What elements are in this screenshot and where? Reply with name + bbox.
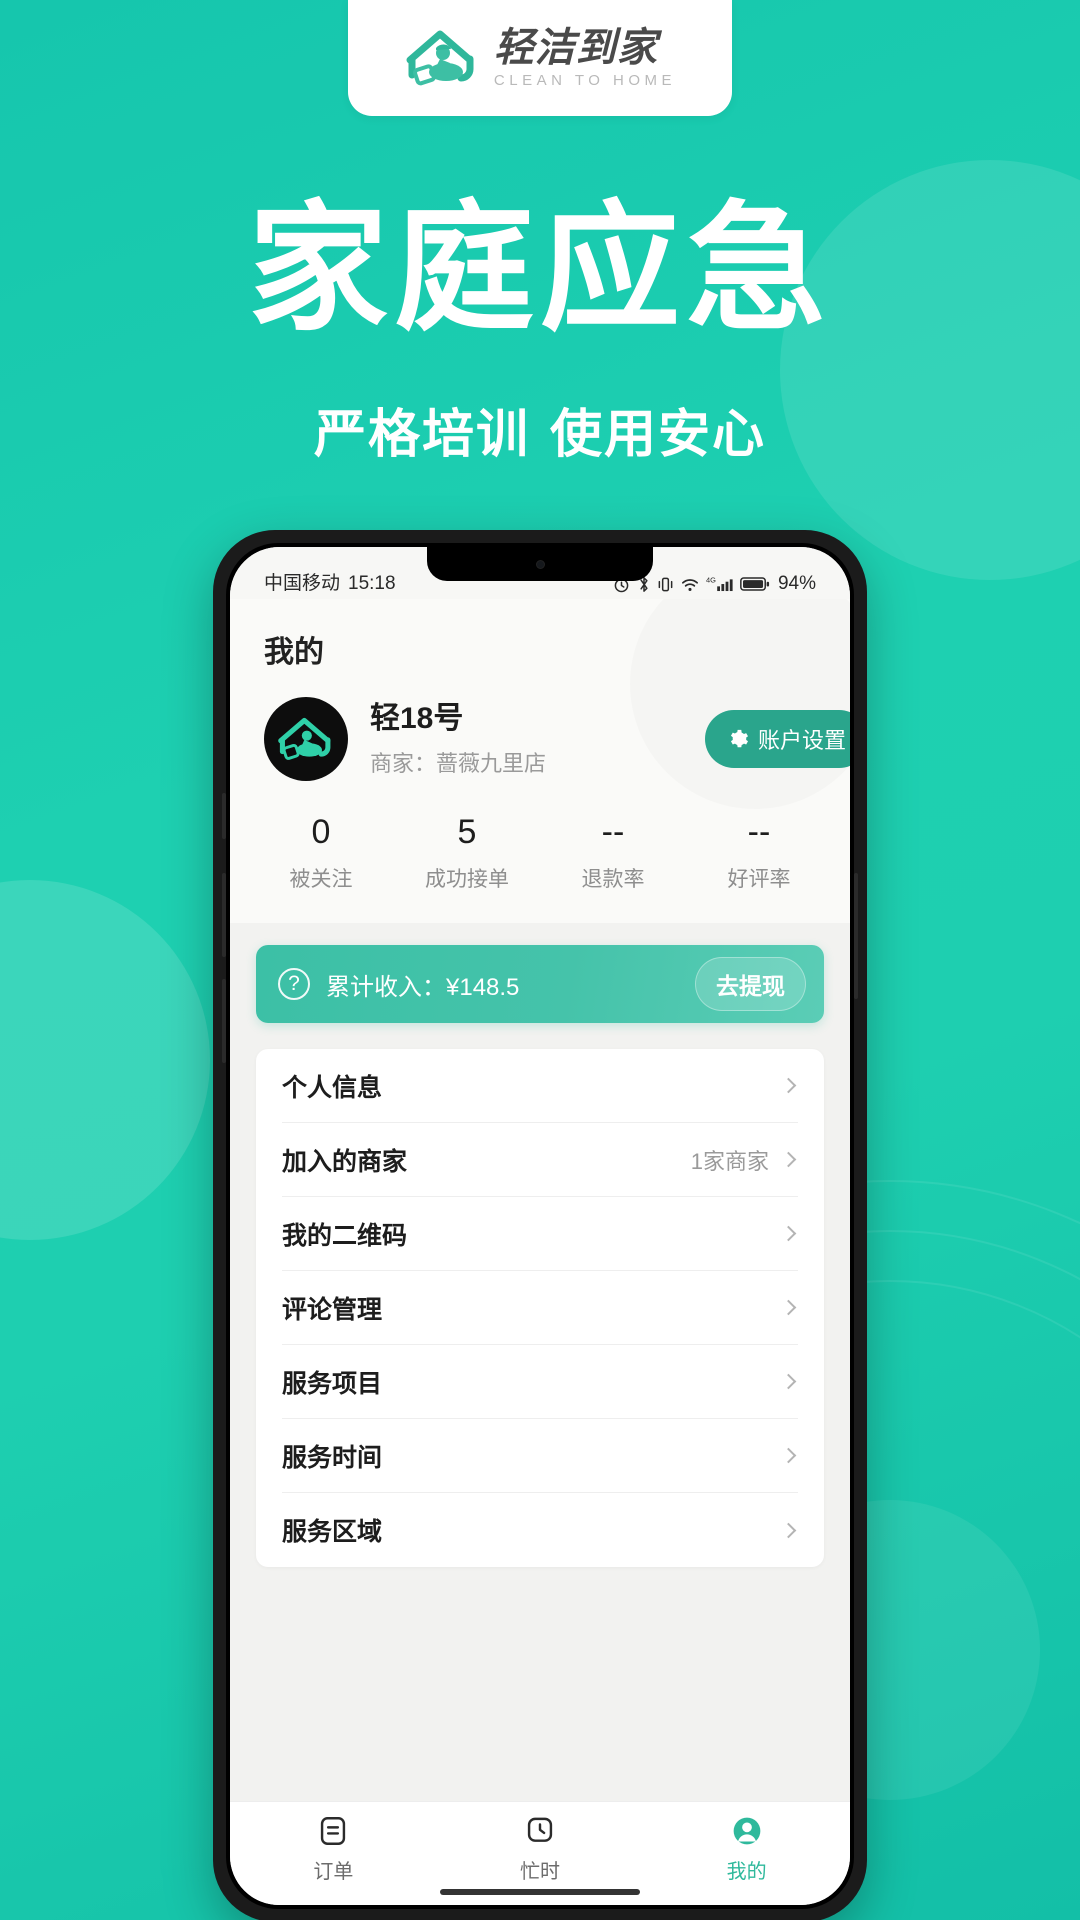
- status-carrier: 中国移动: [264, 573, 341, 594]
- chevron-right-icon: [780, 1522, 797, 1538]
- withdraw-button[interactable]: 去提现: [695, 957, 806, 1011]
- gear-icon: [727, 728, 749, 750]
- stat-item[interactable]: -- 好评率: [686, 815, 832, 893]
- menu-label: 评论管理: [282, 1295, 383, 1324]
- svg-text:4G: 4G: [706, 575, 716, 584]
- phone-silent-switch: [222, 793, 226, 839]
- menu-label: 服务项目: [282, 1369, 383, 1398]
- stat-value: --: [747, 813, 771, 851]
- menu-label: 个人信息: [282, 1073, 383, 1102]
- brand-logo-badge: 轻洁到家 CLEAN TO HOME: [348, 0, 732, 116]
- tab-label: 订单: [313, 1861, 354, 1883]
- brand-name-cn: 轻洁到家: [493, 25, 658, 71]
- list-item[interactable]: 服务项目: [282, 1345, 798, 1419]
- order-list-icon: [316, 1814, 350, 1848]
- person-icon: [730, 1814, 764, 1848]
- account-settings-button[interactable]: 账户设置: [704, 710, 850, 768]
- phone-volume-down-button: [222, 979, 226, 1063]
- tab-orders[interactable]: 订单: [230, 1814, 437, 1884]
- account-settings-label: 账户设置: [757, 728, 846, 753]
- clock-icon: [523, 1814, 557, 1848]
- decor-circle-left: [0, 880, 210, 1240]
- chevron-right-icon: [780, 1077, 797, 1094]
- menu-label: 服务区域: [282, 1518, 383, 1546]
- tab-label: 我的: [726, 1861, 767, 1883]
- stat-label: 成功接单: [425, 868, 509, 891]
- stat-value: --: [601, 813, 625, 851]
- stat-label: 退款率: [581, 868, 645, 891]
- menu-label: 我的二维码: [282, 1221, 408, 1250]
- stat-item[interactable]: 0 被关注: [248, 815, 394, 893]
- chevron-right-icon: [780, 1151, 797, 1168]
- status-time: 15:18: [348, 573, 396, 594]
- question-mark-icon[interactable]: ?: [278, 968, 310, 1000]
- stat-item[interactable]: -- 退款率: [540, 815, 686, 893]
- front-camera-icon: [535, 559, 545, 569]
- income-text: 累计收入：¥148.5: [326, 973, 520, 1001]
- chevron-right-icon: [780, 1299, 797, 1316]
- phone-power-button: [854, 873, 858, 999]
- poster-subline: 严格培训 使用安心: [313, 405, 767, 465]
- profile-row: 轻18号 商家：蔷薇九里店 账户设置: [230, 671, 850, 781]
- menu-label: 服务时间: [282, 1443, 383, 1472]
- avatar[interactable]: [264, 697, 348, 781]
- stat-label: 好评率: [727, 868, 791, 891]
- poster-background: 轻洁到家 CLEAN TO HOME 家庭应急 严格培训 使用安心 中国移动 1…: [0, 0, 1080, 1920]
- profile-nickname: 轻18号: [370, 702, 464, 736]
- chevron-right-icon: [780, 1373, 797, 1390]
- wifi-icon: [680, 575, 700, 594]
- phone-screen: 中国移动 15:18 4G 94% 我的 轻18号 商家：蔷薇九里店 账户设置 …: [230, 547, 850, 1905]
- phone-bezel: 中国移动 15:18 4G 94% 我的 轻18号 商家：蔷薇九里店 账户设置 …: [222, 543, 858, 1909]
- phone-notch: [427, 547, 653, 581]
- chevron-right-icon: [780, 1447, 797, 1464]
- poster-headline: 家庭应急: [247, 188, 832, 351]
- tab-label: 忙时: [520, 1861, 560, 1883]
- battery-icon: [740, 576, 770, 592]
- tab-mine[interactable]: 我的: [643, 1814, 850, 1884]
- list-item[interactable]: 个人信息: [282, 1049, 798, 1123]
- stat-label: 被关注: [289, 868, 353, 891]
- menu-value: 1家商家: [690, 1148, 769, 1174]
- house-cleaner-logo-icon: [404, 26, 480, 90]
- tab-busy-time[interactable]: 忙时: [437, 1814, 644, 1884]
- battery-percent: 94%: [777, 573, 816, 594]
- profile-merchant: 商家：蔷薇九里店: [370, 750, 547, 776]
- page-title: 我的: [264, 636, 324, 669]
- phone-volume-up-button: [222, 873, 226, 957]
- stat-item[interactable]: 5 成功接单: [394, 815, 540, 893]
- list-item[interactable]: 加入的商家 1家商家: [282, 1123, 798, 1197]
- profile-hero-card: 我的 轻18号 商家：蔷薇九里店 账户设置 0 被关注 5 成功接单 -- 退款…: [230, 599, 850, 923]
- menu-label: 加入的商家: [282, 1147, 408, 1176]
- home-indicator: [440, 1889, 640, 1895]
- list-item[interactable]: 我的二维码: [282, 1197, 798, 1271]
- stats-row: 0 被关注 5 成功接单 -- 退款率 -- 好评率: [230, 781, 850, 923]
- signal-4g-icon: 4G: [706, 575, 734, 594]
- stat-value: 0: [311, 813, 331, 851]
- stat-value: 5: [457, 813, 477, 851]
- list-item[interactable]: 评论管理: [282, 1271, 798, 1345]
- income-banner: ? 累计收入：¥148.5 去提现: [256, 945, 824, 1023]
- vibrate-icon: [657, 575, 674, 594]
- chevron-right-icon: [780, 1225, 797, 1242]
- brand-name-en: CLEAN TO HOME: [493, 72, 677, 89]
- list-item[interactable]: 服务区域: [282, 1493, 798, 1567]
- phone-mockup: 中国移动 15:18 4G 94% 我的 轻18号 商家：蔷薇九里店 账户设置 …: [213, 530, 867, 1920]
- my-profile-page: 我的 轻18号 商家：蔷薇九里店 账户设置 0 被关注 5 成功接单 -- 退款…: [230, 599, 850, 1801]
- list-item[interactable]: 服务时间: [282, 1419, 798, 1493]
- settings-menu-list: 个人信息 加入的商家 1家商家 我的二维码 评论管理 服务项目 服务时间 服务区…: [256, 1049, 824, 1567]
